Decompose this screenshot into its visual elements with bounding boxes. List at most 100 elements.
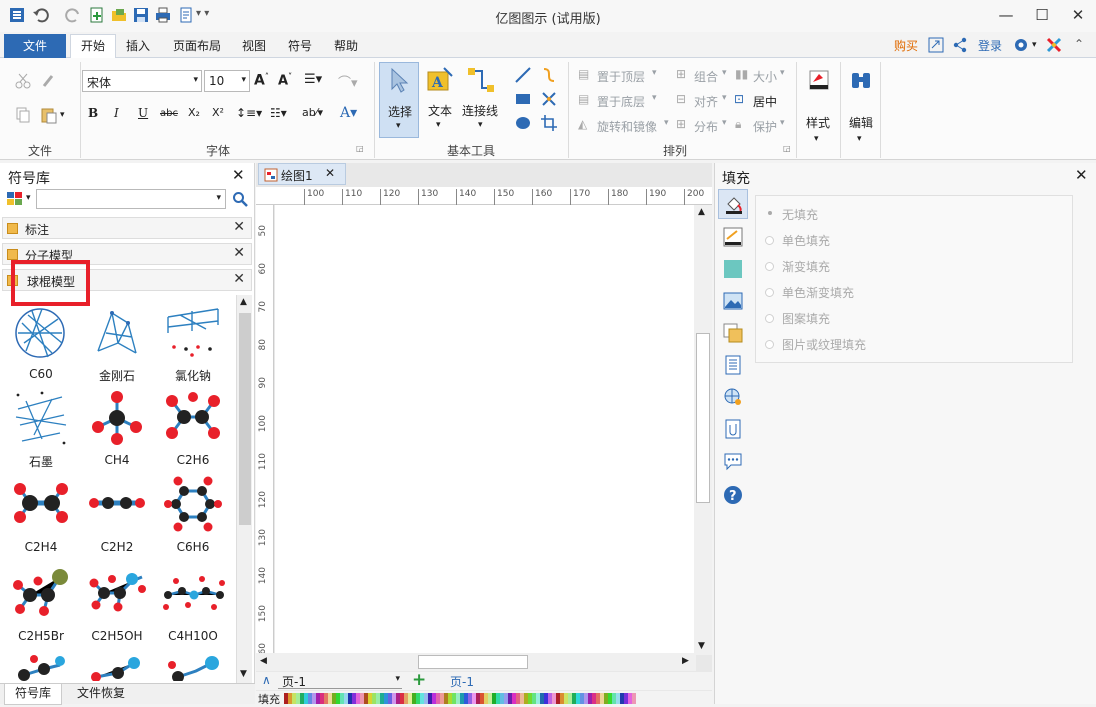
attachment-icon[interactable]: [723, 419, 743, 439]
close-section-button[interactable]: ✕: [233, 245, 245, 261]
close-section-button[interactable]: ✕: [233, 219, 245, 235]
protect-button[interactable]: 保护: [753, 118, 777, 135]
shadow-icon[interactable]: [723, 259, 743, 279]
scroll-thumb[interactable]: [418, 655, 528, 669]
distribute-button[interactable]: 分布: [694, 118, 718, 135]
scroll-down-icon[interactable]: ▼: [698, 641, 705, 651]
tab-file-recovery[interactable]: 文件恢复: [66, 684, 136, 705]
gear-dropdown-icon[interactable]: ▾: [1032, 40, 1037, 50]
style-button[interactable]: 样式 ▾: [800, 64, 836, 150]
palette-swatches[interactable]: [284, 693, 636, 704]
fill-radio[interactable]: [765, 236, 774, 245]
data-icon[interactable]: [723, 355, 743, 375]
rotate-mirror-button[interactable]: 旋转和镜像: [597, 118, 657, 135]
scroll-up-icon[interactable]: ▲: [240, 297, 247, 307]
edit-button[interactable]: 编辑 ▾: [843, 64, 879, 150]
tab-page-layout[interactable]: 页面布局: [169, 36, 225, 58]
fill-option-picture[interactable]: 图片或纹理填充: [782, 336, 866, 353]
library-search-input[interactable]: ▾: [36, 189, 226, 209]
text-align-icon[interactable]: ☰▾: [304, 72, 322, 87]
library-grid-icon[interactable]: [6, 191, 24, 207]
section-callout[interactable]: 标注 ✕: [2, 217, 252, 239]
copy-icon[interactable]: [14, 106, 32, 124]
close-window-button[interactable]: ✕: [1060, 2, 1096, 28]
add-page-button[interactable]: +: [412, 670, 426, 690]
drawing-page[interactable]: [275, 205, 694, 655]
symbol-c6h6[interactable]: [164, 475, 222, 533]
bullets-icon[interactable]: ☷▾: [270, 106, 287, 120]
gear-icon[interactable]: [1012, 36, 1030, 54]
collapse-ribbon-icon[interactable]: ⌃: [1074, 37, 1084, 51]
rectangle-icon[interactable]: [514, 90, 532, 108]
line-style-icon[interactable]: [723, 227, 743, 247]
tab-home[interactable]: 开始: [70, 34, 116, 59]
strikethrough-icon[interactable]: abc: [160, 108, 178, 119]
fill-option-single-gradient[interactable]: 单色渐变填充: [782, 284, 854, 301]
paste-icon[interactable]: [40, 106, 58, 124]
paste-dropdown-icon[interactable]: ▾: [60, 110, 65, 120]
symbol-partial[interactable]: [88, 655, 144, 681]
tab-help[interactable]: 帮助: [330, 36, 362, 58]
scroll-left-icon[interactable]: ◀: [260, 656, 267, 666]
brand-icon[interactable]: [1046, 37, 1062, 53]
symbol-c2h6[interactable]: [164, 389, 222, 447]
page-nav-up-icon[interactable]: ∧: [262, 673, 271, 687]
fill-option-none[interactable]: 无填充: [782, 206, 818, 223]
buy-link[interactable]: 购买: [890, 36, 922, 58]
line-spacing-icon[interactable]: ↕≡▾: [236, 106, 262, 120]
page-tab-1[interactable]: 页-1: [450, 673, 474, 690]
ellipse-icon[interactable]: [514, 114, 532, 132]
font-name-select[interactable]: 宋体 ▾: [82, 70, 202, 92]
scroll-up-icon[interactable]: ▲: [698, 207, 705, 217]
symbol-partial[interactable]: [164, 655, 220, 681]
tab-symbol-library[interactable]: 符号库: [4, 684, 62, 705]
grow-font-icon[interactable]: A˄: [254, 72, 269, 89]
arrange-dialog-launcher-icon[interactable]: ◲: [783, 144, 791, 153]
comment-icon[interactable]: [723, 451, 743, 471]
group-button[interactable]: 组合: [694, 68, 718, 85]
close-library-button[interactable]: ✕: [232, 166, 245, 184]
image-icon[interactable]: [723, 291, 743, 311]
shrink-font-icon[interactable]: A˅: [278, 72, 292, 88]
bring-front-button[interactable]: 置于顶层: [597, 68, 645, 85]
bold-icon[interactable]: B: [88, 106, 98, 120]
text-curve-icon[interactable]: ⌒▾: [338, 72, 358, 91]
close-section-button[interactable]: ✕: [233, 271, 245, 287]
cross-point-icon[interactable]: [540, 90, 558, 108]
maximize-button[interactable]: ☐: [1024, 2, 1060, 28]
search-icon[interactable]: [232, 191, 248, 207]
close-tab-button[interactable]: ✕: [325, 166, 335, 180]
cut-icon[interactable]: [14, 72, 32, 90]
highlight-icon[interactable]: ab⁄▾: [302, 106, 323, 119]
library-scrollbar[interactable]: ▲ ▼: [236, 295, 252, 683]
superscript-icon[interactable]: X²: [212, 106, 224, 119]
symbol-partial[interactable]: [14, 655, 70, 681]
symbol-c4h10o[interactable]: [162, 567, 226, 621]
scroll-down-icon[interactable]: ▼: [240, 669, 247, 679]
fill-radio[interactable]: [765, 288, 774, 297]
select-tool-button[interactable]: 选择 ▾: [379, 62, 419, 138]
symbol-nacl[interactable]: [162, 303, 224, 363]
chevron-down-icon[interactable]: ▾: [26, 193, 31, 203]
connector-tool-button[interactable]: 连接线 ▾: [460, 62, 502, 138]
scroll-thumb[interactable]: [239, 313, 251, 525]
scroll-thumb[interactable]: [696, 333, 710, 503]
tab-symbol[interactable]: 符号: [284, 36, 316, 58]
line-icon[interactable]: [514, 66, 532, 84]
crop-icon[interactable]: [540, 114, 558, 132]
fill-tab-button[interactable]: [718, 189, 748, 219]
font-color-icon[interactable]: A▾: [340, 105, 357, 121]
send-back-button[interactable]: 置于底层: [597, 93, 645, 110]
align-button[interactable]: 对齐: [694, 93, 718, 110]
minimize-button[interactable]: —: [988, 2, 1024, 28]
canvas-horizontal-scrollbar[interactable]: ◀ ▶: [256, 653, 696, 671]
document-tab[interactable]: 绘图1 ✕: [258, 163, 346, 185]
center-button[interactable]: 居中: [753, 93, 777, 110]
subscript-icon[interactable]: X₂: [188, 106, 200, 119]
file-menu-button[interactable]: 文件: [4, 34, 66, 58]
tab-insert[interactable]: 插入: [122, 36, 154, 58]
italic-icon[interactable]: I: [114, 106, 119, 120]
symbol-c2h4[interactable]: [12, 479, 70, 529]
share-window-icon[interactable]: [928, 37, 944, 53]
symbol-c2h5oh[interactable]: [88, 567, 148, 621]
